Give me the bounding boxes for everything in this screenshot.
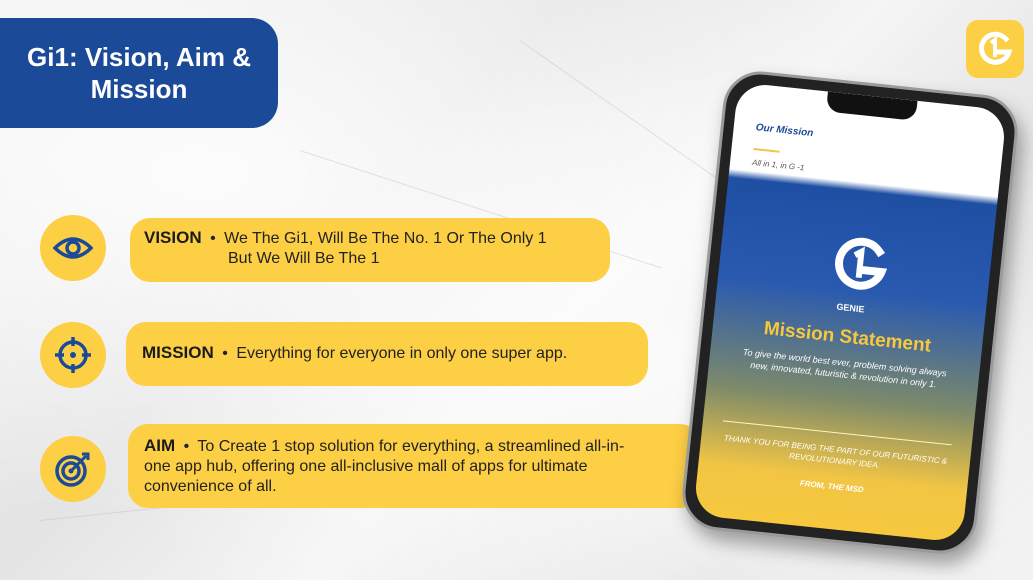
eye-icon [40, 215, 106, 281]
aim-text-line1: To Create 1 stop solution for everything… [197, 438, 625, 455]
mission-bullet: • [222, 345, 228, 362]
page-title-line1: Gi1: Vision, Aim & [27, 42, 251, 72]
aim-line1: AIM • To Create 1 stop solution for ever… [144, 436, 684, 457]
vision-text-line2: But We Will Be The 1 [228, 250, 380, 267]
page-title: Gi1: Vision, Aim & Mission [0, 18, 278, 128]
page-title-line2: Mission [90, 74, 188, 104]
aim-text-line3: convenience of all. [144, 478, 277, 495]
phone-heading-underline [753, 148, 780, 153]
mission-text: Everything for everyone in only one supe… [236, 345, 568, 362]
phone-screen: Our Mission All in 1, in G -1 GENIE Miss… [693, 82, 1007, 543]
phone-heading: Our Mission [755, 122, 814, 140]
vision-bullet: • [210, 230, 216, 247]
phone-mockup: Our Mission All in 1, in G -1 GENIE Miss… [678, 67, 1022, 558]
aim-bullet: • [183, 438, 190, 455]
genie-logo-icon [827, 233, 893, 299]
aim-heading: AIM [144, 436, 176, 455]
vision-line1: VISION • We The Gi1, Will Be The No. 1 O… [144, 228, 596, 249]
gi1-logo-icon [966, 20, 1024, 78]
aim-text-line2: one app hub, offering one all-inclusive … [144, 458, 588, 475]
phone-notch [825, 91, 918, 121]
phone-subtitle: All in 1, in G -1 [751, 157, 805, 173]
mission-card: MISSION • Everything for everyone in onl… [126, 322, 648, 386]
mission-heading: MISSION [142, 343, 214, 362]
vision-heading: VISION [144, 228, 202, 247]
phone-frame: Our Mission All in 1, in G -1 GENIE Miss… [678, 67, 1022, 558]
vision-text-line1: We The Gi1, Will Be The No. 1 Or The Onl… [224, 230, 547, 247]
phone-thanks: THANK YOU FOR BEING THE PART OF OUR FUTU… [723, 433, 948, 470]
bullseye-arrow-icon [40, 436, 106, 502]
aim-card: AIM • To Create 1 stop solution for ever… [128, 424, 700, 508]
vision-card: VISION • We The Gi1, Will Be The No. 1 O… [130, 218, 610, 282]
target-crosshair-icon [40, 322, 106, 388]
